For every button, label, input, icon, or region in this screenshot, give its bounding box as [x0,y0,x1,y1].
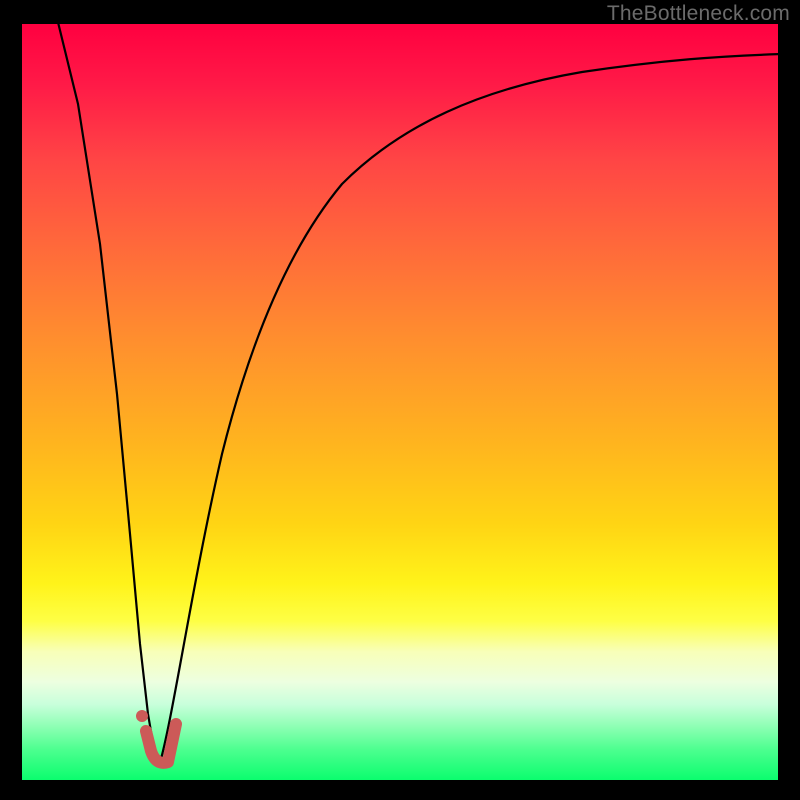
chart-frame: TheBottleneck.com [0,0,800,800]
plot-area [22,24,778,780]
curve-left-branch [56,24,159,766]
highlight-marker-dot [136,710,148,722]
curve-right-branch [159,54,778,766]
highlight-marker [146,724,176,763]
curve-layer [22,24,778,780]
watermark-text: TheBottleneck.com [607,2,790,26]
